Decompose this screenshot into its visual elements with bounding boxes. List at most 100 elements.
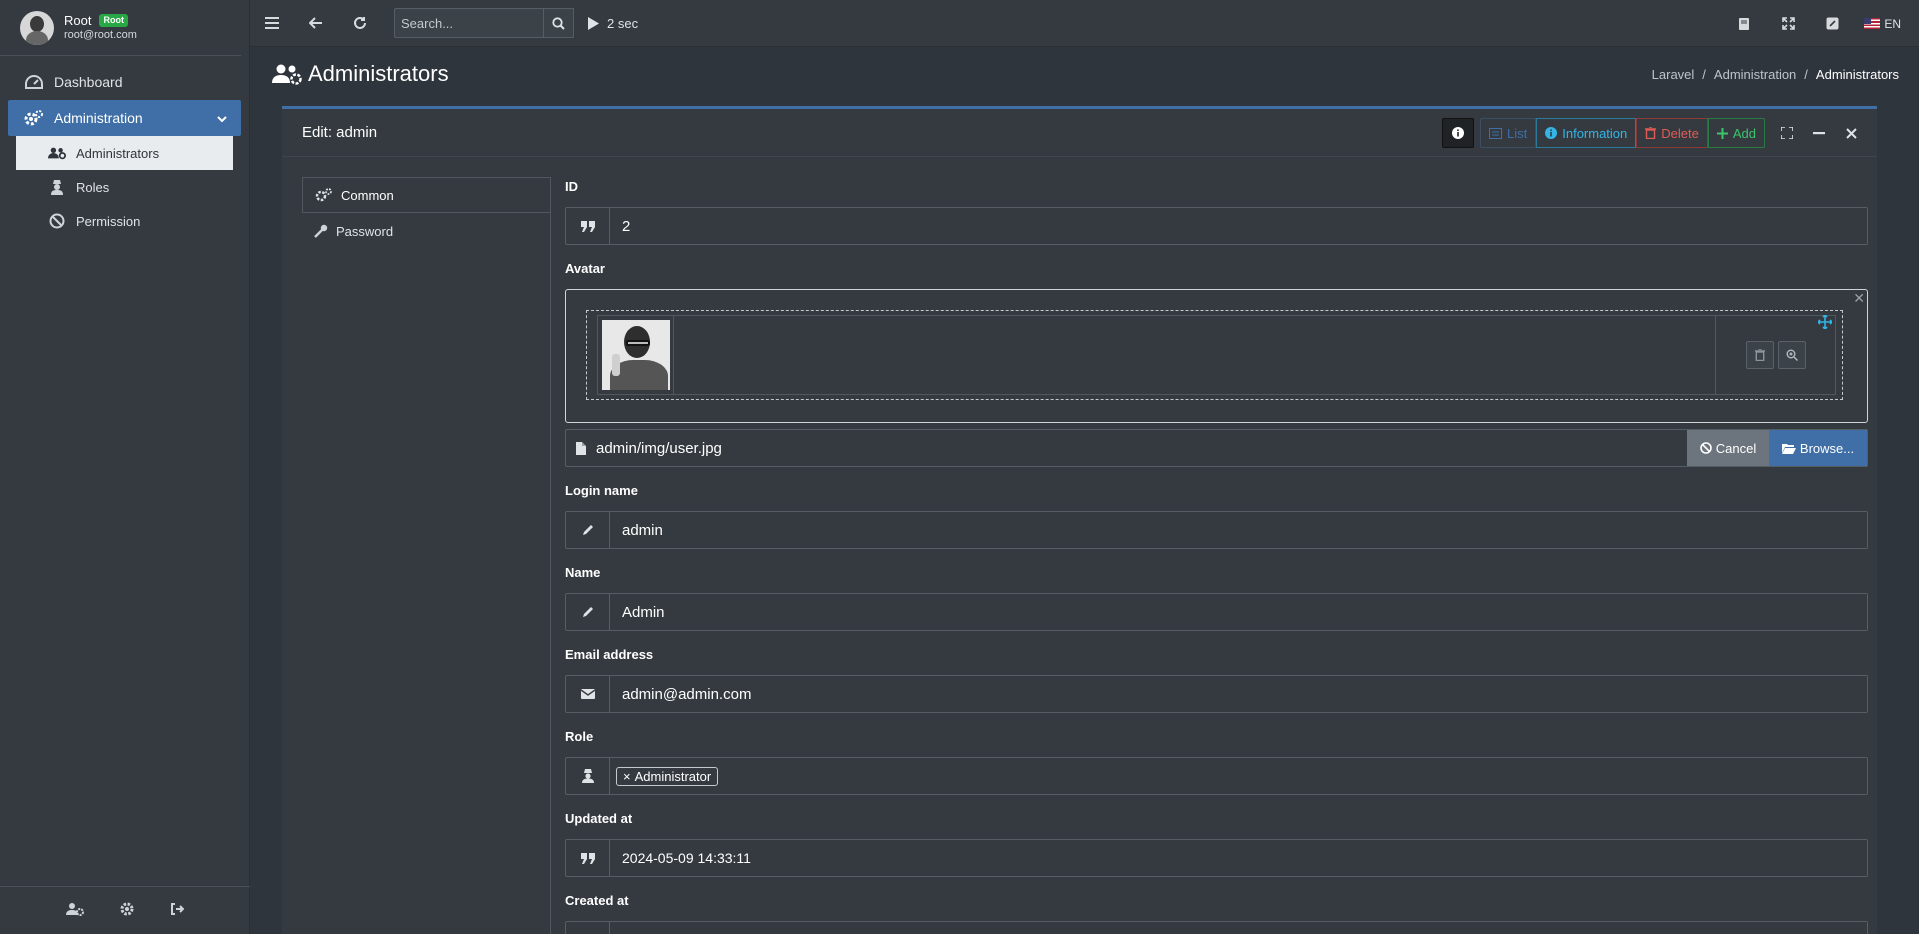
sidebar-item-dashboard[interactable]: Dashboard — [0, 64, 249, 100]
quote-icon — [566, 840, 610, 876]
avatar-thumbnail[interactable] — [598, 316, 674, 394]
expand-icon[interactable] — [1766, 0, 1810, 47]
add-button[interactable]: Add — [1707, 118, 1765, 148]
browse-label: Browse... — [1799, 440, 1855, 456]
breadcrumb-separator: / — [1702, 66, 1706, 82]
email-field: admin@admin.com — [565, 675, 1868, 713]
users-cog-icon — [48, 146, 66, 160]
info-circle-icon — [1452, 127, 1464, 139]
sidebar-item-label: Administration — [54, 110, 143, 126]
delete-label: Delete — [1661, 125, 1699, 141]
sidebar-item-administration[interactable]: Administration — [8, 100, 241, 136]
list-button[interactable]: List — [1480, 118, 1537, 148]
remove-file-button[interactable] — [1745, 341, 1774, 369]
edit-form: ID 2 Avatar ✕ admin/img/user.jpg Cancel … — [565, 179, 1868, 934]
page-title: Administrators — [272, 61, 449, 87]
timer-control[interactable]: 2 sec — [588, 16, 638, 31]
search-input[interactable] — [394, 8, 544, 38]
login-name-label: Login name — [565, 483, 638, 498]
sidebar-item-label: Administrators — [76, 145, 160, 161]
user-email: root@root.com — [64, 28, 137, 41]
zoom-in-icon — [1786, 349, 1798, 361]
card-tools: List Information Delete Add — [1442, 118, 1867, 148]
zoom-button[interactable] — [1777, 341, 1806, 369]
page-title-text: Administrators — [308, 61, 449, 86]
avatar-preview-frame — [586, 310, 1843, 400]
pencil-icon — [566, 594, 610, 630]
breadcrumb-item-laravel[interactable]: Laravel — [1652, 67, 1695, 82]
back-arrow-icon[interactable] — [294, 0, 338, 47]
avatar[interactable] — [20, 10, 54, 45]
key-icon — [314, 224, 328, 238]
sidebar-menu: Dashboard Administration Administrators … — [0, 64, 249, 238]
fullscreen-icon[interactable] — [1771, 118, 1803, 148]
delete-button[interactable]: Delete — [1636, 118, 1708, 148]
breadcrumb-item-administration[interactable]: Administration — [1714, 67, 1796, 82]
quote-icon — [566, 208, 610, 244]
card-header: Edit: admin List Information Delete Add — [282, 109, 1877, 157]
folder-open-icon — [1781, 443, 1796, 454]
sidebar-item-roles[interactable]: Roles — [16, 170, 233, 204]
name-field: Admin — [565, 593, 1868, 631]
close-icon[interactable] — [1835, 118, 1867, 148]
edit-card: Edit: admin List Information Delete Add — [282, 106, 1877, 934]
sidebar-item-administrators[interactable]: Administrators — [16, 136, 233, 170]
cogs-icon — [24, 110, 44, 126]
info-circle-icon — [1545, 127, 1558, 139]
user-settings-icon[interactable] — [66, 902, 84, 919]
tab-label: Password — [336, 223, 394, 239]
envelope-icon — [566, 676, 610, 712]
breadcrumb: Laravel / Administration / Administrator… — [1652, 67, 1899, 82]
user-secret-icon — [566, 758, 610, 794]
updated-at-field: 2024-05-09 14:33:11 — [565, 839, 1868, 877]
cancel-upload-button[interactable]: Cancel — [1687, 430, 1769, 466]
top-navbar: 2 sec EN — [250, 0, 1919, 47]
file-icon — [576, 441, 586, 455]
add-label: Add — [1732, 125, 1756, 141]
remove-tag-icon[interactable]: × — [623, 769, 631, 784]
tab-password[interactable]: Password — [302, 213, 551, 249]
browse-button[interactable]: Browse... — [1769, 430, 1867, 466]
card-title: Edit: admin — [302, 124, 378, 141]
navbar-right: EN — [1722, 0, 1911, 47]
sidebar-item-label: Dashboard — [54, 74, 123, 90]
gear-icon[interactable] — [120, 902, 134, 919]
id-field: 2 — [565, 207, 1868, 245]
email-input[interactable]: admin@admin.com — [610, 676, 1867, 712]
file-caption[interactable]: admin/img/user.jpg — [566, 430, 1687, 466]
list-label: List — [1507, 125, 1528, 141]
role-tag-label: Administrator — [634, 768, 712, 784]
refresh-icon[interactable] — [338, 0, 382, 47]
file-name-text: admin/img/user.jpg — [596, 439, 722, 457]
logout-icon[interactable] — [170, 902, 185, 919]
role-field: × Administrator — [565, 757, 1868, 795]
role-select[interactable]: × Administrator — [610, 758, 1867, 794]
collapse-icon[interactable] — [1803, 118, 1835, 148]
ban-icon — [1699, 442, 1712, 454]
tab-common[interactable]: Common — [302, 177, 551, 213]
search-button[interactable] — [544, 8, 574, 38]
dashboard-icon — [24, 75, 44, 89]
updated-at-label: Updated at — [565, 811, 633, 826]
trash-icon — [1645, 127, 1657, 139]
login-name-input[interactable]: admin — [610, 512, 1867, 548]
edit-square-icon[interactable] — [1810, 0, 1854, 47]
cancel-label: Cancel — [1715, 440, 1757, 456]
information-button[interactable]: Information — [1536, 118, 1637, 148]
language-selector[interactable]: EN — [1854, 17, 1911, 31]
chevron-down-icon — [217, 110, 227, 126]
book-icon[interactable] — [1722, 0, 1766, 47]
breadcrumb-item-current: Administrators — [1815, 66, 1899, 82]
help-button[interactable] — [1442, 118, 1474, 148]
name-input[interactable]: Admin — [610, 594, 1867, 630]
close-icon[interactable]: ✕ — [1853, 290, 1865, 307]
sidebar-item-permission[interactable]: Permission — [16, 204, 233, 238]
move-icon[interactable] — [1816, 313, 1834, 332]
ban-icon — [48, 213, 66, 229]
id-label: ID — [565, 179, 578, 194]
user-secret-icon — [48, 179, 66, 195]
login-name-field: admin — [565, 511, 1868, 549]
sidebar: Root Root root@root.com Dashboard Adminis… — [0, 0, 250, 934]
information-label: Information — [1562, 125, 1628, 141]
menu-toggle-icon[interactable] — [250, 0, 294, 47]
